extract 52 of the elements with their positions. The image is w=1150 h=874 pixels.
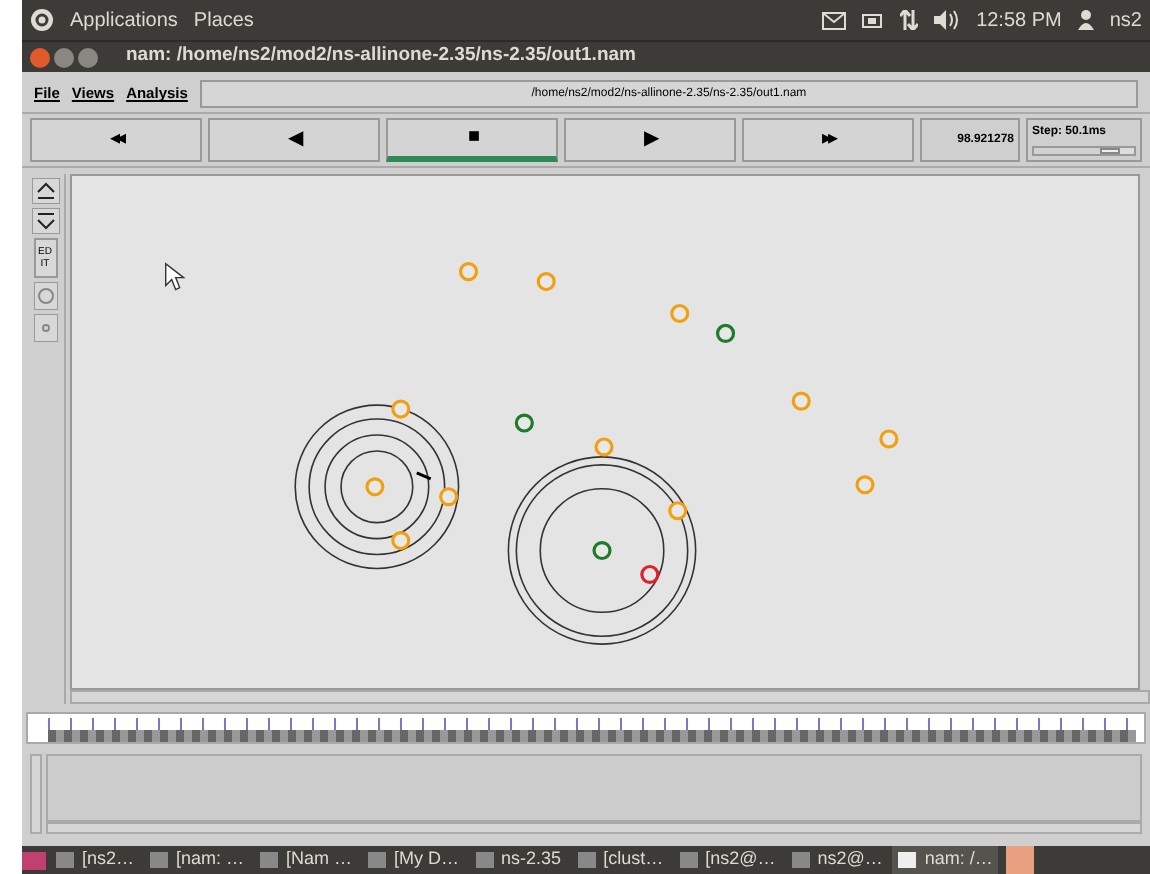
playback-button[interactable]: ◂◂ (30, 118, 202, 162)
vertical-scrollbar[interactable] (30, 754, 42, 834)
taskbar-button[interactable]: [ns2… (50, 846, 141, 874)
taskbar-button[interactable]: ns2@… (785, 846, 889, 874)
battery-icon[interactable] (862, 13, 885, 27)
workspace-switcher[interactable] (1006, 846, 1035, 874)
minimize-button[interactable] (54, 47, 74, 67)
volume-icon[interactable] (934, 10, 961, 30)
window-icon (56, 852, 74, 868)
panel-menu[interactable]: Places (193, 5, 254, 35)
slider-fill[interactable] (1034, 148, 1119, 154)
maximize-button[interactable] (78, 47, 98, 67)
packet-mark (416, 471, 432, 481)
timeline-bar[interactable] (26, 712, 1146, 744)
ubuntu-logo-icon[interactable] (30, 8, 54, 32)
horizontal-scrollbar[interactable] (46, 822, 1142, 834)
taskbar-button[interactable]: [ns2@… (673, 846, 782, 874)
playback-button[interactable]: ■ (386, 118, 558, 162)
panel-menu[interactable]: Applications (70, 5, 178, 35)
clock-text[interactable]: 12:58 PM (976, 5, 1062, 35)
window-title: nam: /home/ns2/mod2/ns-allinone-2.35/ns-2.35/out1.nam (126, 42, 636, 71)
window-icon (791, 852, 810, 868)
mail-icon[interactable] (822, 11, 847, 29)
window-icon (577, 852, 596, 868)
zoom-in-icon[interactable] (31, 178, 59, 204)
taskbar-button[interactable]: nam: /… (892, 846, 999, 874)
taskbar-button[interactable]: [clust… (571, 846, 670, 874)
user-icon[interactable] (1077, 10, 1094, 30)
mouse-cursor-icon (165, 262, 186, 291)
show-desktop-icon[interactable] (22, 851, 46, 869)
window-icon (679, 852, 698, 868)
close-button[interactable] (30, 47, 50, 67)
circle-tool-icon[interactable] (33, 282, 57, 310)
playback-button[interactable]: ◀ (208, 118, 380, 162)
taskbar-button[interactable]: [nam: … (144, 846, 251, 874)
playback-button[interactable]: ▶ (564, 118, 736, 162)
user-name[interactable]: ns2 (1109, 5, 1142, 35)
taskbar-button[interactable]: [My D… (362, 846, 466, 874)
window-icon (898, 852, 917, 868)
taskbar-button[interactable]: [Nam … (254, 846, 359, 874)
window-icon (475, 852, 494, 868)
network-canvas[interactable] (70, 174, 1140, 690)
step-slider[interactable] (1032, 146, 1136, 156)
playback-button[interactable]: ▸▸ (742, 118, 914, 162)
window-icon (260, 852, 279, 868)
zoom-out-icon[interactable] (31, 208, 59, 234)
small-circle-tool-icon[interactable] (33, 314, 57, 342)
horizontal-scrollbar[interactable] (70, 690, 1150, 704)
network-arrows-icon[interactable] (900, 10, 919, 30)
window-icon (150, 852, 169, 868)
taskbar-button[interactable]: ns-2.35 (469, 846, 568, 874)
window-icon (368, 852, 387, 868)
